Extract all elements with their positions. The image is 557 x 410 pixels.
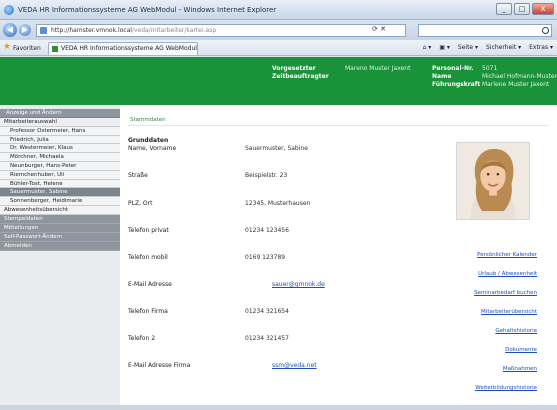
close-button[interactable]: X <box>532 3 554 15</box>
company-email-link[interactable]: ssm@veda.net <box>272 362 317 369</box>
favorites-label[interactable]: Favoriten <box>13 45 41 52</box>
employee-overview-link[interactable]: Mitarbeiterübersicht <box>481 309 537 315</box>
breadcrumb[interactable]: Stammdaten <box>130 117 166 123</box>
status-bar <box>0 405 557 410</box>
field-value-street: Beispielstr. 23 <box>245 172 288 179</box>
url-input[interactable]: http://hamster.vmnok.local/veda/mitarbei… <box>36 24 406 37</box>
sidebar-item-absence-overview[interactable]: Abwesenheitsübersicht <box>0 205 120 215</box>
field-label-phone-private: Telefon privat <box>128 227 169 234</box>
supervisor-label: Vorgesetzter <box>272 65 316 72</box>
person-values: 5071 Michael Hofmann-Muster Marlene Must… <box>482 65 557 89</box>
internet-explorer-icon <box>4 5 14 15</box>
tools-menu[interactable]: Extras ▾ <box>529 44 553 51</box>
app-header: Vorgesetzter Zeitbeauftragter Mareno Mus… <box>0 57 557 105</box>
safety-menu[interactable]: Sicherheit ▾ <box>486 44 521 51</box>
field-value-phone-2: 01234 321457 <box>245 335 289 342</box>
minimize-button[interactable]: _ <box>496 3 512 15</box>
url-path: /veda/mitarbeiter/kartei.asp <box>131 27 217 34</box>
supervisor-labels: Vorgesetzter Zeitbeauftragter <box>272 65 329 81</box>
field-value-name: Sauermuster, Sabine <box>245 145 308 152</box>
field-label-phone-company: Telefon Firma <box>128 308 168 315</box>
page-menu[interactable]: Seite ▾ <box>458 44 478 51</box>
search-icon[interactable] <box>542 27 549 34</box>
sidebar-item-employee[interactable]: Neunburger, Hans-Peter <box>0 161 120 171</box>
sidebar-item-messages[interactable]: Mitteilungen <box>0 223 120 233</box>
field-value-phone-company: 01234 321654 <box>245 308 289 315</box>
sidebar-item-employee[interactable]: Professor Ostermeier, Hans <box>0 126 120 136</box>
sidebar-item-change-password[interactable]: Self-Passwort-Ändern <box>0 232 120 242</box>
field-label-name: Name, Vorname <box>128 145 177 152</box>
field-value-city: 12345, Musterhausen <box>245 200 311 207</box>
window-controls: _ □ X <box>496 3 554 15</box>
employee-photo <box>456 142 530 220</box>
sidebar-item-time-data[interactable]: Stempeldaten <box>0 214 120 224</box>
vacation-absence-link[interactable]: Urlaub / Abwesenheit <box>478 271 537 277</box>
window-titlebar: VEDA HR Informationssysteme AG WebModul … <box>0 0 557 20</box>
url-text: http://hamster.vmnok.local <box>51 27 132 34</box>
sidebar-item-employee[interactable]: Sonnenberger, Heidimarie <box>0 197 120 206</box>
sidebar-item-employee[interactable]: Mörchner, Michaela <box>0 153 120 162</box>
manager-value: Marlene Muster Jaxent <box>482 81 550 88</box>
portrait-image <box>457 143 529 219</box>
field-label-phone-2: Telefon 2 <box>128 335 156 342</box>
manager-label: Führungskraft <box>432 81 481 88</box>
tab-title: VEDA HR Informationssysteme AG WebModul <box>61 45 197 52</box>
main-content: Stammdaten Grunddaten Name, Vorname Saue… <box>120 105 557 405</box>
home-button[interactable]: ⌂ ▾ <box>423 44 432 51</box>
page-icon <box>40 27 47 34</box>
field-label-street: Straße <box>128 172 148 179</box>
person-labels: Personal-Nr. Name Führungskraft <box>432 65 480 89</box>
field-value-phone-private: 01234 123456 <box>245 227 289 234</box>
time-officer-label: Zeitbeauftragter <box>272 73 329 80</box>
field-label-email: E-Mail Adresse <box>128 281 172 288</box>
field-label-phone-mobile: Telefon mobil <box>128 254 168 261</box>
refresh-stop-buttons[interactable]: ⟳ ✕ <box>372 25 386 33</box>
forward-button[interactable]: ▶ <box>19 24 31 36</box>
sidebar-section-head[interactable]: Anzeige und Ändern <box>0 109 120 118</box>
personnel-number-value: 5071 <box>482 65 498 72</box>
personnel-number-label: Personal-Nr. <box>432 65 474 72</box>
supervisor-name: Mareno Muster Jaxent <box>345 65 411 72</box>
name-label: Name <box>432 73 452 80</box>
address-bar: ◀ ▶ http://hamster.vmnok.local/veda/mita… <box>0 20 557 40</box>
sidebar-item-employee[interactable]: Bühler-Tost, Helene <box>0 179 120 189</box>
favorites-star-icon[interactable]: ★ <box>3 43 11 52</box>
maximize-button[interactable]: □ <box>514 3 530 15</box>
window-title: VEDA HR Informationssysteme AG WebModul … <box>18 6 277 14</box>
field-label-email-company: E-Mail Adresse Firma <box>128 362 191 369</box>
email-link[interactable]: sauer@gmnok.de <box>272 281 325 288</box>
sidebar-item-employee-selected[interactable]: Sauermuster, Sabine <box>0 188 120 198</box>
browser-tab[interactable]: VEDA HR Informationssysteme AG WebModul <box>48 42 198 55</box>
sidebar-item-logout[interactable]: Abmelden <box>0 241 120 251</box>
field-value-phone-mobile: 0169 123789 <box>245 254 286 261</box>
sidebar-item-employee-selection[interactable]: Mitarbeiterauswahl <box>0 118 120 127</box>
measures-link[interactable]: Maßnahmen <box>503 366 537 372</box>
sidebar-item-employee[interactable]: Dr. Westermeier, Klaus <box>0 144 120 154</box>
sidebar: Anzeige und Ändern Mitarbeiterauswahl Pr… <box>0 105 120 410</box>
command-bar: ⌂ ▾ ▣ ▾ Seite ▾ Sicherheit ▾ Extras ▾ <box>423 44 553 51</box>
section-title: Grunddaten <box>128 137 169 144</box>
seminar-booking-link[interactable]: Seminarbedarf buchen <box>474 290 537 296</box>
training-history-link[interactable]: Weiterbildungshistorie <box>475 385 537 391</box>
documents-link[interactable]: Dokumente <box>505 347 537 353</box>
search-input[interactable] <box>418 24 552 37</box>
sidebar-item-employee[interactable]: Friedrich, Julia <box>0 135 120 145</box>
feeds-button[interactable]: ▣ ▾ <box>439 44 450 51</box>
name-value: Michael Hofmann-Muster <box>482 73 557 80</box>
site-icon <box>52 46 58 52</box>
divider <box>128 125 548 126</box>
back-button[interactable]: ◀ <box>3 23 17 37</box>
sidebar-item-employee[interactable]: Riemchenhuber, Uli <box>0 170 120 180</box>
personal-calendar-link[interactable]: Persönlicher Kalender <box>477 252 537 258</box>
salary-history-link[interactable]: Gehaltshistorie <box>495 328 537 334</box>
favorites-bar: ★ Favoriten VEDA HR Informationssysteme … <box>0 40 557 56</box>
field-label-city: PLZ, Ort <box>128 200 153 207</box>
